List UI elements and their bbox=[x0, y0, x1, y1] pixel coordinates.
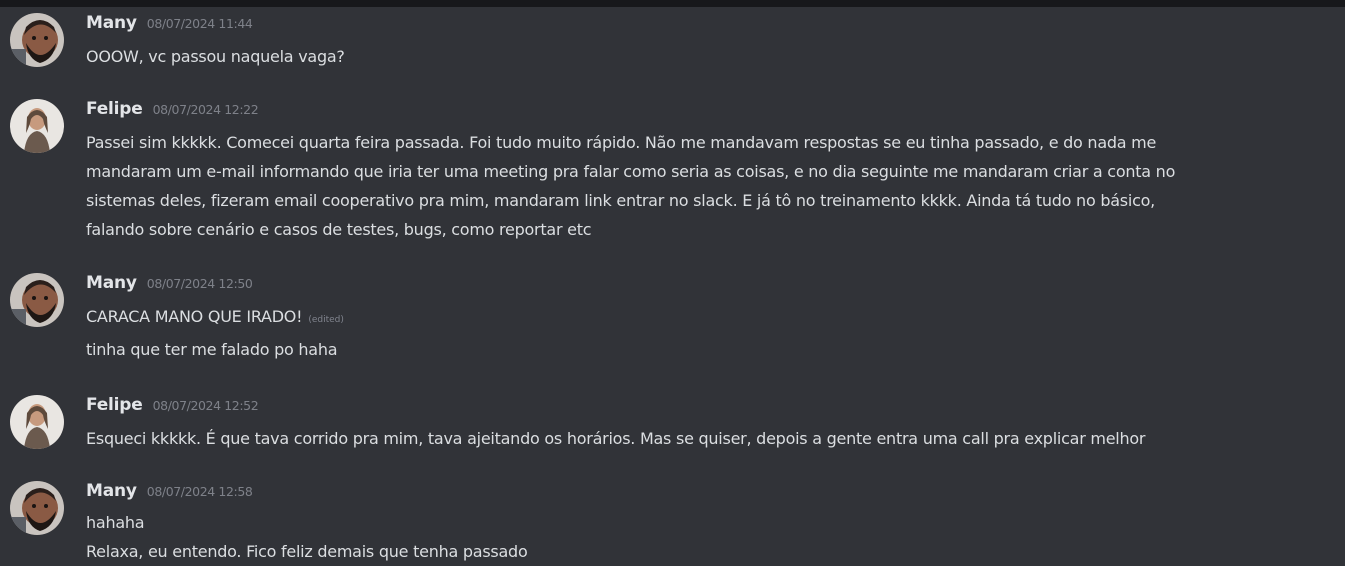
message-content: Esqueci kkkkk. É que tava corrido pra mi… bbox=[86, 424, 1326, 453]
message-line: tinha que ter me falado po haha bbox=[86, 340, 338, 359]
message-group: Felipe 08/07/2024 12:52 Esqueci kkkkk. É… bbox=[0, 395, 1345, 465]
message-line: sistemas deles, fizeram email cooperativ… bbox=[86, 191, 1155, 210]
message-group: Felipe 08/07/2024 12:22 Passei sim kkkkk… bbox=[0, 99, 1345, 239]
message-timestamp[interactable]: 08/07/2024 12:58 bbox=[147, 484, 253, 499]
message-timestamp[interactable]: 08/07/2024 11:44 bbox=[147, 16, 253, 31]
author-name[interactable]: Many bbox=[86, 481, 137, 501]
message-content: OOOW, vc passou naquela vaga? bbox=[86, 42, 1326, 71]
message-timestamp[interactable]: 08/07/2024 12:52 bbox=[153, 398, 259, 413]
bearded-man-avatar-icon[interactable] bbox=[10, 273, 64, 327]
bearded-man-avatar-icon[interactable] bbox=[10, 13, 64, 67]
message-timestamp[interactable]: 08/07/2024 12:50 bbox=[147, 276, 253, 291]
person-portrait-avatar-icon[interactable] bbox=[10, 99, 64, 153]
message-line: CARACA MANO QUE IRADO! (edited) bbox=[86, 302, 1326, 335]
message-line: hahaha bbox=[86, 513, 145, 532]
edited-label: (edited) bbox=[308, 315, 344, 325]
message-header: Felipe 08/07/2024 12:52 bbox=[86, 395, 259, 419]
message-content: CARACA MANO QUE IRADO! (edited) tinha que… bbox=[86, 302, 1326, 364]
author-name[interactable]: Many bbox=[86, 13, 137, 33]
message-timestamp[interactable]: 08/07/2024 12:22 bbox=[153, 102, 259, 117]
message-line-text: CARACA MANO QUE IRADO! bbox=[86, 307, 303, 326]
author-name[interactable]: Many bbox=[86, 273, 137, 293]
message-line: Passei sim kkkkk. Comecei quarta feira p… bbox=[86, 133, 1157, 152]
message-header: Many 08/07/2024 11:44 bbox=[86, 13, 253, 37]
message-header: Many 08/07/2024 12:58 bbox=[86, 481, 253, 505]
message-group: Many 08/07/2024 11:44 OOOW, vc passou na… bbox=[0, 13, 1345, 83]
message-content: hahaha Relaxa, eu entendo. Fico feliz de… bbox=[86, 508, 1326, 566]
author-name[interactable]: Felipe bbox=[86, 395, 143, 415]
chat-message-list[interactable]: Many 08/07/2024 11:44 OOOW, vc passou na… bbox=[0, 7, 1345, 561]
message-group: Many 08/07/2024 12:50 CARACA MANO QUE IR… bbox=[0, 273, 1345, 373]
window-top-bar bbox=[0, 0, 1345, 7]
bearded-man-avatar-icon[interactable] bbox=[10, 481, 64, 535]
message-content: Passei sim kkkkk. Comecei quarta feira p… bbox=[86, 128, 1326, 244]
message-group: Many 08/07/2024 12:58 hahaha Relaxa, eu … bbox=[0, 481, 1345, 561]
message-line: mandaram um e-mail informando que iria t… bbox=[86, 162, 1176, 181]
message-line: Esqueci kkkkk. É que tava corrido pra mi… bbox=[86, 429, 1146, 448]
message-line: falando sobre cenário e casos de testes,… bbox=[86, 220, 592, 239]
message-line: Relaxa, eu entendo. Fico feliz demais qu… bbox=[86, 542, 528, 561]
message-line: OOOW, vc passou naquela vaga? bbox=[86, 47, 345, 66]
person-portrait-avatar-icon[interactable] bbox=[10, 395, 64, 449]
message-header: Felipe 08/07/2024 12:22 bbox=[86, 99, 259, 123]
message-header: Many 08/07/2024 12:50 bbox=[86, 273, 253, 297]
author-name[interactable]: Felipe bbox=[86, 99, 143, 119]
